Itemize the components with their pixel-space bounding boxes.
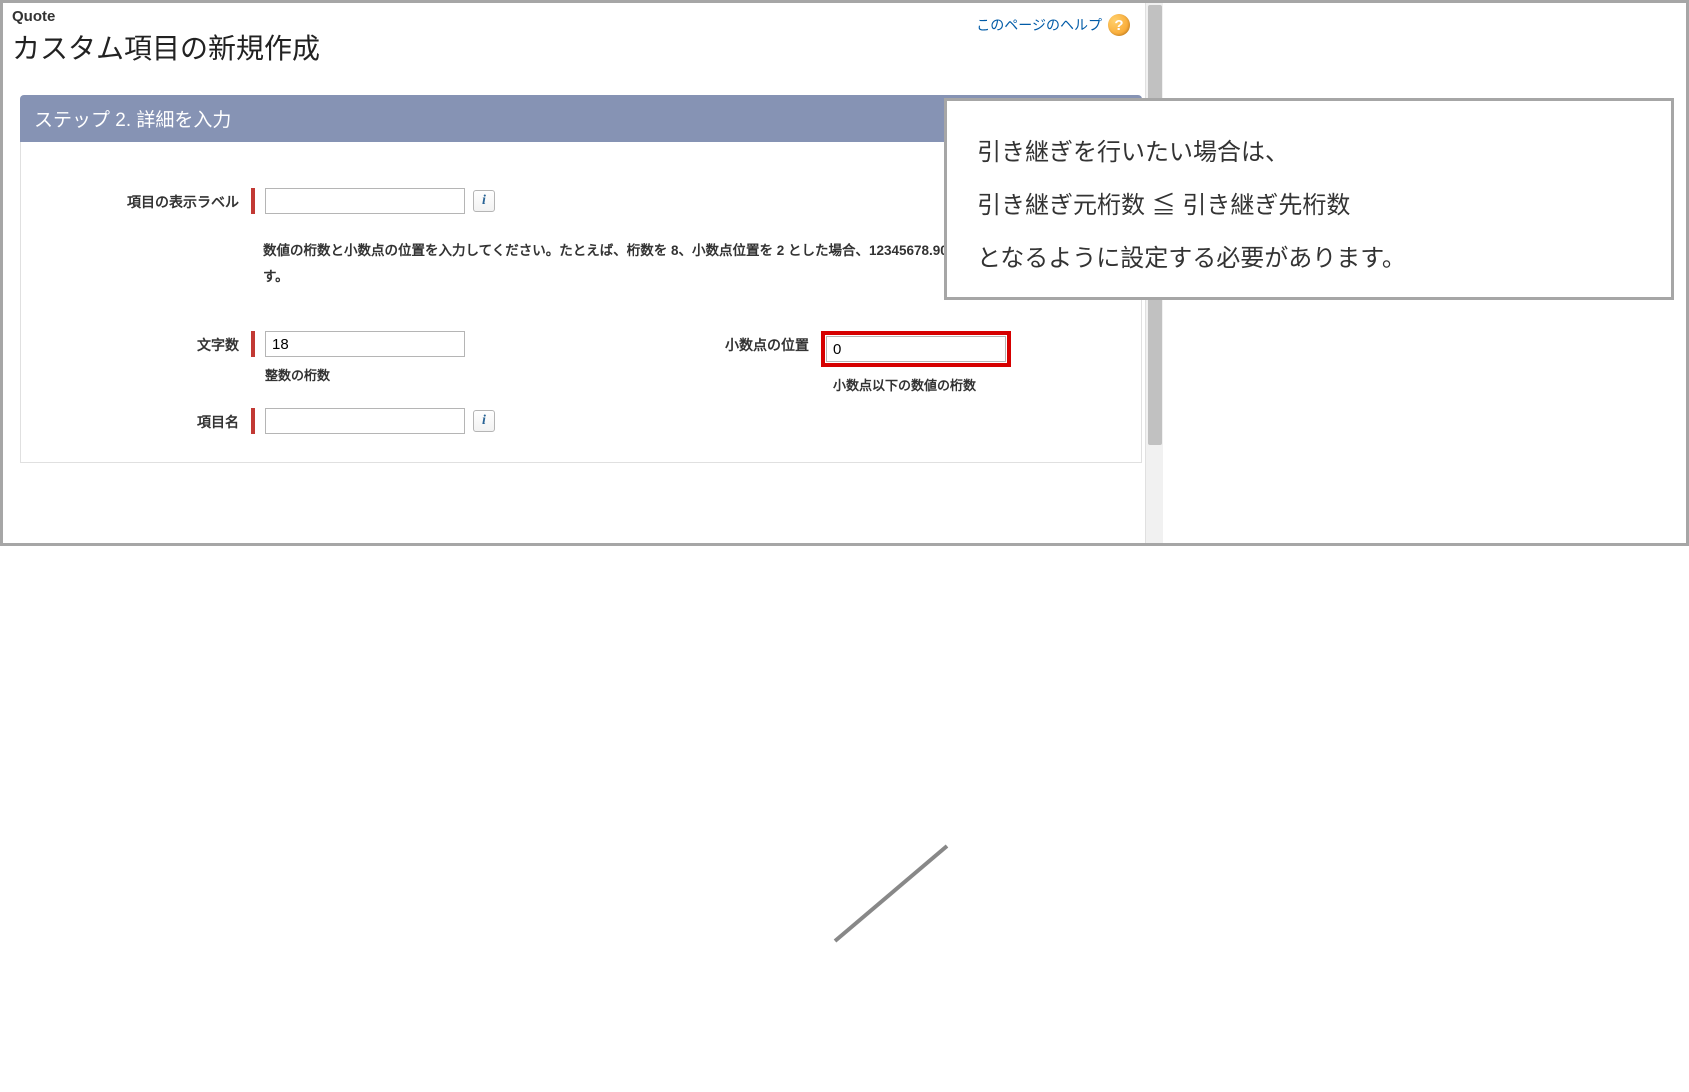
required-indicator <box>251 188 255 214</box>
input-display-label[interactable] <box>265 188 465 214</box>
row-length-decimal: 文字数 整数の桁数 小数点の位置 小数点以下 <box>41 331 1121 394</box>
help-link[interactable]: このページのヘルプ <box>976 15 1102 35</box>
callout-line-2: 引き継ぎ元桁数 ≦ 引き継ぎ先桁数 <box>977 180 1641 233</box>
sublabel-decimal: 小数点以下の数値の桁数 <box>833 375 1011 394</box>
callout-line-3: となるように設定する必要があります。 <box>977 233 1641 286</box>
callout-connector <box>0 546 1689 1092</box>
label-api-name: 項目名 <box>41 408 251 432</box>
title-block: Quote カスタム項目の新規作成 <box>12 8 320 67</box>
sublabel-length: 整数の桁数 <box>265 365 601 384</box>
info-icon[interactable]: i <box>473 190 495 212</box>
required-indicator <box>251 408 255 434</box>
callout-box: 引き継ぎを行いたい場合は、 引き継ぎ元桁数 ≦ 引き継ぎ先桁数 となるように設定… <box>944 98 1674 300</box>
required-indicator <box>251 331 255 357</box>
label-length: 文字数 <box>41 331 251 355</box>
row-api-name: 項目名 i <box>41 408 1121 434</box>
info-icon[interactable]: i <box>473 410 495 432</box>
highlight-decimal <box>821 331 1011 367</box>
help-block: このページのヘルプ ? <box>976 14 1130 36</box>
page-title: カスタム項目の新規作成 <box>12 27 320 67</box>
callout-line-1: 引き継ぎを行いたい場合は、 <box>977 127 1641 180</box>
input-decimal[interactable] <box>826 336 1006 362</box>
eyebrow-text: Quote <box>12 8 320 25</box>
label-decimal: 小数点の位置 <box>601 331 821 355</box>
input-length[interactable] <box>265 331 465 357</box>
label-display-label: 項目の表示ラベル <box>41 188 251 212</box>
input-api-name[interactable] <box>265 408 465 434</box>
help-icon[interactable]: ? <box>1108 14 1130 36</box>
page-header: Quote カスタム項目の新規作成 このページのヘルプ ? <box>12 8 1160 67</box>
